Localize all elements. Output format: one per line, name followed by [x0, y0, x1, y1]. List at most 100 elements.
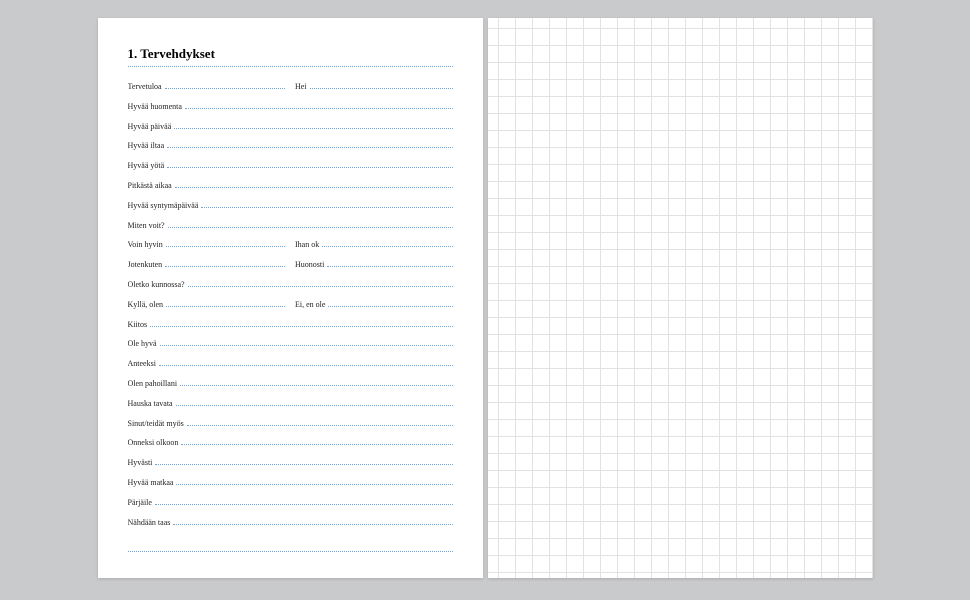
fill-line [165, 81, 285, 89]
vocab-entry: Hyvää iltaa [128, 140, 453, 150]
fill-line [175, 180, 453, 188]
vocab-entry-left: Voin hyvin [128, 239, 286, 249]
vocab-row: Olen pahoillani [128, 378, 453, 398]
fill-line [166, 299, 285, 307]
vocab-label: Miten voit? [128, 221, 168, 230]
fill-line [155, 457, 452, 465]
vocab-label: Hyvästi [128, 458, 156, 467]
fill-line [155, 497, 453, 505]
vocab-label: Hyvää huomenta [128, 102, 185, 111]
title-underline [128, 66, 453, 67]
right-page-grid [488, 18, 873, 578]
vocab-label: Nähdään taas [128, 518, 174, 527]
fill-line [168, 220, 453, 228]
vocab-label: Voin hyvin [128, 240, 166, 249]
vocab-label: Onneksi olkoon [128, 438, 182, 447]
vocab-row: Hyvää huomenta [128, 101, 453, 121]
vocab-label: Tervetuloa [128, 82, 165, 91]
fill-line [322, 239, 452, 247]
page-spread: 1. Tervehdykset Tervetuloa Hei Hyvää huome… [98, 18, 873, 578]
bottom-rule [128, 542, 453, 552]
fill-line [167, 140, 452, 148]
vocab-label: Hyvää päivää [128, 122, 175, 131]
fill-line [165, 259, 285, 267]
vocab-label: Hei [295, 82, 310, 91]
vocab-label: Hauska tavata [128, 399, 176, 408]
fill-line [176, 477, 452, 485]
vocab-label: Kyllä, olen [128, 300, 167, 309]
vocab-label: Pitkästä aikaa [128, 181, 175, 190]
fill-line [188, 279, 453, 287]
vocab-label: Olen pahoillani [128, 379, 181, 388]
vocab-entry: Ole hyvä [128, 338, 453, 348]
vocab-entry: Pitkästä aikaa [128, 180, 453, 190]
vocab-row: Kyllä, olen Ei, en ole [128, 299, 453, 319]
fill-line [176, 398, 453, 406]
fill-line [185, 101, 453, 109]
vocab-label: Hyvää iltaa [128, 141, 168, 150]
fill-line [327, 259, 452, 267]
vocab-entry-right: Ihan ok [295, 239, 453, 249]
vocab-list: Tervetuloa Hei Hyvää huomenta Hyvää päivää H… [128, 81, 453, 536]
vocab-entry-right: Huonosti [295, 259, 453, 269]
vocab-label: Ole hyvä [128, 339, 160, 348]
vocab-row: Kiitos [128, 319, 453, 339]
vocab-entry: Hyvää matkaa [128, 477, 453, 487]
vocab-entry: Hyvää syntymäpäivää [128, 200, 453, 210]
vocab-row: Miten voit? [128, 220, 453, 240]
vocab-label: Ihan ok [295, 240, 322, 249]
vocab-entry-right: Hei [295, 81, 453, 91]
vocab-label: Huonosti [295, 260, 327, 269]
vocab-label: Anteeksi [128, 359, 159, 368]
vocab-label: Jotenkuten [128, 260, 166, 269]
vocab-row: Onneksi olkoon [128, 437, 453, 457]
vocab-label: Sinut/teidät myös [128, 419, 187, 428]
fill-line [173, 517, 452, 525]
vocab-row: Pärjäile [128, 497, 453, 517]
vocab-row: Hyvää iltaa [128, 140, 453, 160]
fill-line [181, 437, 452, 445]
vocab-label: Kiitos [128, 320, 151, 329]
vocab-entry: Hyvästi [128, 457, 453, 467]
vocab-entry-left: Kyllä, olen [128, 299, 286, 309]
page-title: 1. Tervehdykset [128, 46, 453, 62]
fill-line [180, 378, 452, 386]
fill-line [201, 200, 452, 208]
vocab-row: Nähdään taas [128, 517, 453, 537]
fill-line [174, 121, 452, 129]
vocab-label: Oletko kunnossa? [128, 280, 188, 289]
vocab-row: Hyvää matkaa [128, 477, 453, 497]
vocab-row: Anteeksi [128, 358, 453, 378]
vocab-row: Sinut/teidät myös [128, 418, 453, 438]
fill-line [167, 160, 452, 168]
vocab-row: Hyvää syntymäpäivää [128, 200, 453, 220]
vocab-entry-right: Ei, en ole [295, 299, 453, 309]
vocab-row: Jotenkuten Huonosti [128, 259, 453, 279]
vocab-label: Hyvää matkaa [128, 478, 177, 487]
vocab-entry: Hyvää päivää [128, 121, 453, 131]
vocab-row: Hauska tavata [128, 398, 453, 418]
fill-line [310, 81, 453, 89]
vocab-label: Hyvää syntymäpäivää [128, 201, 202, 210]
vocab-entry: Hyvää yötä [128, 160, 453, 170]
vocab-row: Hyvästi [128, 457, 453, 477]
fill-line [160, 338, 453, 346]
vocab-row: Voin hyvin Ihan ok [128, 239, 453, 259]
vocab-label: Hyvää yötä [128, 161, 168, 170]
vocab-entry: Pärjäile [128, 497, 453, 507]
vocab-row: Pitkästä aikaa [128, 180, 453, 200]
vocab-entry: Oletko kunnossa? [128, 279, 453, 289]
fill-line [328, 299, 452, 307]
vocab-label: Ei, en ole [295, 300, 328, 309]
vocab-label: Pärjäile [128, 498, 155, 507]
vocab-entry: Hyvää huomenta [128, 101, 453, 111]
fill-line [159, 358, 453, 366]
vocab-entry: Kiitos [128, 319, 453, 329]
fill-line [187, 418, 453, 426]
vocab-row: Ole hyvä [128, 338, 453, 358]
vocab-row: Tervetuloa Hei [128, 81, 453, 101]
left-page: 1. Tervehdykset Tervetuloa Hei Hyvää huome… [98, 18, 483, 578]
vocab-entry: Onneksi olkoon [128, 437, 453, 447]
vocab-row: Hyvää päivää [128, 121, 453, 141]
fill-line [150, 319, 452, 327]
